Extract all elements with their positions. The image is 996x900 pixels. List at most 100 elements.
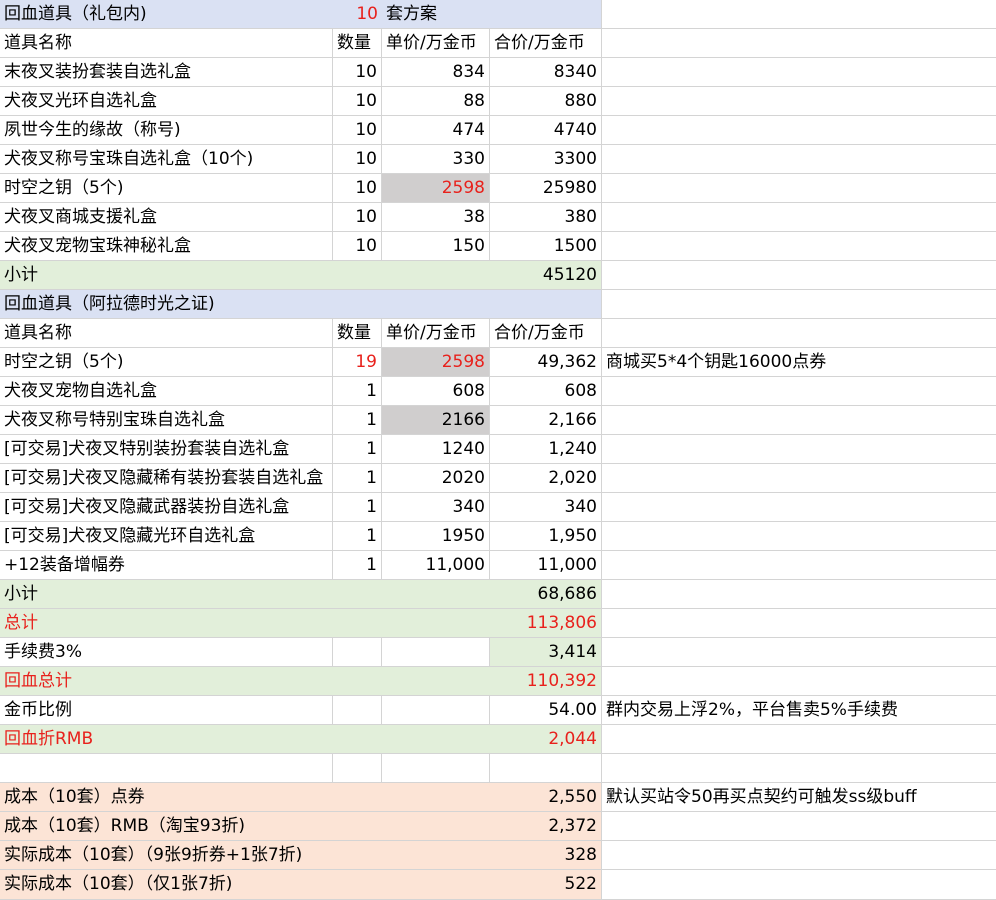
cost-value[interactable]: 2,372 bbox=[490, 812, 602, 841]
total-price-cell[interactable]: 880 bbox=[490, 87, 602, 116]
empty-cell[interactable] bbox=[602, 58, 996, 87]
total-price-cell[interactable]: 608 bbox=[490, 377, 602, 406]
cost-note[interactable] bbox=[602, 841, 996, 870]
item-name-cell[interactable]: 犬夜叉宠物自选礼盒 bbox=[0, 377, 333, 406]
total-price-cell[interactable]: 49,362 bbox=[490, 348, 602, 377]
unit-price-cell[interactable]: 11,000 bbox=[382, 551, 490, 580]
total-price-cell[interactable]: 2,020 bbox=[490, 464, 602, 493]
note-cell[interactable]: 商城买5*4个钥匙16000点券 bbox=[602, 348, 996, 377]
qty-cell[interactable]: 10 bbox=[333, 232, 382, 261]
total-price-cell[interactable]: 380 bbox=[490, 203, 602, 232]
header-total-price[interactable]: 合价/万金币 bbox=[490, 29, 602, 58]
qty-cell[interactable]: 1 bbox=[333, 464, 382, 493]
empty-cell[interactable] bbox=[602, 290, 996, 319]
item-name-cell[interactable]: 末夜叉装扮套装自选礼盒 bbox=[0, 58, 333, 87]
unit-price-cell[interactable]: 2598 bbox=[382, 174, 490, 203]
total-price-cell[interactable]: 4740 bbox=[490, 116, 602, 145]
item-name-cell[interactable]: [可交易]犬夜叉特别装扮套装自选礼盒 bbox=[0, 435, 333, 464]
item-name-cell[interactable]: 犬夜叉称号宝珠自选礼盒（10个) bbox=[0, 145, 333, 174]
unit-price-cell[interactable]: 834 bbox=[382, 58, 490, 87]
empty-cell[interactable] bbox=[602, 261, 996, 290]
cost-value[interactable]: 328 bbox=[490, 841, 602, 870]
note-cell[interactable] bbox=[602, 435, 996, 464]
empty-cell[interactable] bbox=[602, 580, 996, 609]
note-cell[interactable] bbox=[602, 406, 996, 435]
cost-note[interactable] bbox=[602, 870, 996, 900]
unit-price-cell[interactable]: 2598 bbox=[382, 348, 490, 377]
cost-note[interactable]: 默认买站令50再买点契约可触发ss级buff bbox=[602, 783, 996, 812]
section1-set-count[interactable]: 10 bbox=[333, 0, 382, 29]
note-cell[interactable] bbox=[602, 522, 996, 551]
subtotal-value[interactable]: 68,686 bbox=[490, 580, 602, 609]
empty-cell[interactable] bbox=[0, 754, 333, 783]
item-name-cell[interactable]: [可交易]犬夜叉隐藏稀有装扮套装自选礼盒 bbox=[0, 464, 333, 493]
return-total-label[interactable]: 回血总计 bbox=[0, 667, 490, 696]
qty-cell[interactable]: 10 bbox=[333, 145, 382, 174]
header-qty[interactable]: 数量 bbox=[333, 319, 382, 348]
qty-cell[interactable]: 1 bbox=[333, 493, 382, 522]
unit-price-cell[interactable]: 1240 bbox=[382, 435, 490, 464]
unit-price-cell[interactable]: 474 bbox=[382, 116, 490, 145]
empty-cell[interactable] bbox=[602, 638, 996, 667]
cost-value[interactable]: 2,550 bbox=[490, 783, 602, 812]
qty-cell[interactable]: 10 bbox=[333, 58, 382, 87]
cost-label[interactable]: 实际成本（10套）（仅1张7折) bbox=[0, 870, 490, 900]
fee-label[interactable]: 手续费3% bbox=[0, 638, 333, 667]
note-cell[interactable] bbox=[602, 551, 996, 580]
empty-cell[interactable] bbox=[382, 638, 490, 667]
empty-cell[interactable] bbox=[602, 87, 996, 116]
qty-cell[interactable]: 1 bbox=[333, 435, 382, 464]
note-cell[interactable] bbox=[602, 464, 996, 493]
header-item-name[interactable]: 道具名称 bbox=[0, 319, 333, 348]
empty-cell[interactable] bbox=[602, 203, 996, 232]
qty-cell[interactable]: 1 bbox=[333, 551, 382, 580]
qty-cell[interactable]: 1 bbox=[333, 522, 382, 551]
empty-cell[interactable] bbox=[333, 696, 382, 725]
total-price-cell[interactable]: 1500 bbox=[490, 232, 602, 261]
total-price-cell[interactable]: 340 bbox=[490, 493, 602, 522]
section2-title[interactable]: 回血道具（阿拉德时光之证) bbox=[0, 290, 602, 319]
empty-cell[interactable] bbox=[382, 696, 490, 725]
fee-value[interactable]: 3,414 bbox=[490, 638, 602, 667]
header-qty[interactable]: 数量 bbox=[333, 29, 382, 58]
rmb-value[interactable]: 2,044 bbox=[490, 725, 602, 754]
cost-label[interactable]: 成本（10套）RMB（淘宝93折) bbox=[0, 812, 490, 841]
unit-price-cell[interactable]: 608 bbox=[382, 377, 490, 406]
cost-label[interactable]: 实际成本（10套）（9张9折券+1张7折) bbox=[0, 841, 490, 870]
empty-cell[interactable] bbox=[602, 0, 996, 29]
item-name-cell[interactable]: 夙世今生的缘故（称号) bbox=[0, 116, 333, 145]
return-total-value[interactable]: 110,392 bbox=[490, 667, 602, 696]
total-price-cell[interactable]: 1,240 bbox=[490, 435, 602, 464]
qty-cell[interactable]: 19 bbox=[333, 348, 382, 377]
total-price-cell[interactable]: 3300 bbox=[490, 145, 602, 174]
subtotal-label[interactable]: 小计 bbox=[0, 261, 490, 290]
header-unit-price[interactable]: 单价/万金币 bbox=[382, 319, 490, 348]
empty-cell[interactable] bbox=[602, 145, 996, 174]
gold-ratio-note[interactable]: 群内交易上浮2%，平台售卖5%手续费 bbox=[602, 696, 996, 725]
unit-price-cell[interactable]: 340 bbox=[382, 493, 490, 522]
note-cell[interactable] bbox=[602, 377, 996, 406]
empty-cell[interactable] bbox=[602, 754, 996, 783]
unit-price-cell[interactable]: 38 bbox=[382, 203, 490, 232]
cost-value[interactable]: 522 bbox=[490, 870, 602, 900]
item-name-cell[interactable]: 犬夜叉商城支援礼盒 bbox=[0, 203, 333, 232]
section1-title[interactable]: 回血道具（礼包内) bbox=[0, 0, 333, 29]
empty-cell[interactable] bbox=[602, 174, 996, 203]
unit-price-cell[interactable]: 88 bbox=[382, 87, 490, 116]
section1-set-unit[interactable]: 套方案 bbox=[382, 0, 602, 29]
grand-total-label[interactable]: 总计 bbox=[0, 609, 490, 638]
empty-cell[interactable] bbox=[333, 638, 382, 667]
item-name-cell[interactable]: 时空之钥（5个) bbox=[0, 174, 333, 203]
qty-cell[interactable]: 10 bbox=[333, 87, 382, 116]
item-name-cell[interactable]: 犬夜叉光环自选礼盒 bbox=[0, 87, 333, 116]
total-price-cell[interactable]: 11,000 bbox=[490, 551, 602, 580]
cost-label[interactable]: 成本（10套）点券 bbox=[0, 783, 490, 812]
item-name-cell[interactable]: +12装备增幅券 bbox=[0, 551, 333, 580]
empty-cell[interactable] bbox=[602, 725, 996, 754]
unit-price-cell[interactable]: 330 bbox=[382, 145, 490, 174]
empty-cell[interactable] bbox=[602, 116, 996, 145]
subtotal-label[interactable]: 小计 bbox=[0, 580, 490, 609]
note-cell[interactable] bbox=[602, 493, 996, 522]
unit-price-cell[interactable]: 2166 bbox=[382, 406, 490, 435]
unit-price-cell[interactable]: 2020 bbox=[382, 464, 490, 493]
